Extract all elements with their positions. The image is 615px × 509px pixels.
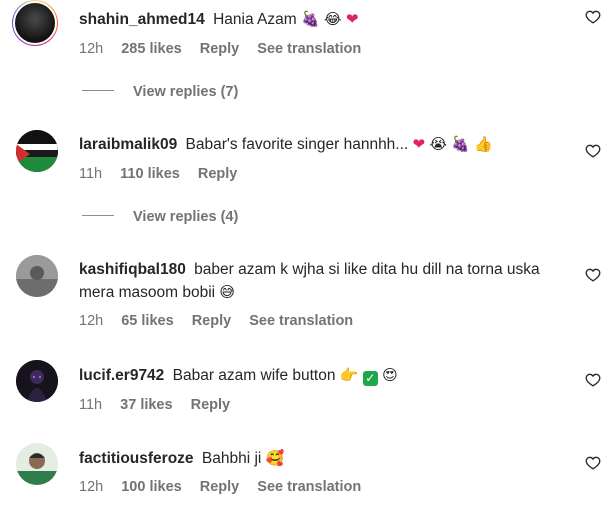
heart-outline-icon[interactable] bbox=[585, 267, 601, 283]
likes-count[interactable]: 65 likes bbox=[121, 313, 173, 329]
avatar[interactable] bbox=[16, 360, 58, 402]
avatar[interactable] bbox=[16, 130, 58, 172]
likes-count[interactable]: 100 likes bbox=[121, 479, 181, 495]
grapes-emoji: 🍇 bbox=[300, 10, 320, 28]
see-translation-button[interactable]: See translation bbox=[249, 313, 353, 329]
comment-time: 11h bbox=[79, 166, 103, 182]
thumbs-up-emoji: 👍 bbox=[474, 135, 493, 153]
avatar[interactable] bbox=[16, 255, 58, 297]
comment-body: Hania Azam bbox=[213, 11, 297, 28]
reply-divider bbox=[82, 214, 114, 216]
reply-button[interactable]: Reply bbox=[192, 313, 232, 329]
comment-meta: 12h 285 likes Reply See translation bbox=[79, 41, 375, 57]
comment-time: 11h bbox=[79, 397, 103, 413]
comment-username[interactable]: lucif.er9742 bbox=[79, 367, 164, 384]
comment-body: Babar's favorite singer hannhh... bbox=[185, 136, 409, 153]
comment-body: Bahbhi ji bbox=[201, 450, 262, 467]
comment-body: Babar azam wife button bbox=[172, 367, 336, 384]
view-replies-button[interactable]: View replies (4) bbox=[82, 209, 238, 225]
heart-eyes-emoji: 😍 bbox=[382, 366, 398, 384]
view-replies-button[interactable]: View replies (7) bbox=[82, 84, 238, 100]
see-translation-button[interactable]: See translation bbox=[257, 479, 361, 495]
see-translation-button[interactable]: See translation bbox=[257, 41, 361, 57]
comment-text: laraibmalik09 Babar's favorite singer ha… bbox=[79, 133, 569, 156]
comment-username[interactable]: shahin_ahmed14 bbox=[79, 11, 205, 28]
reply-divider bbox=[82, 89, 114, 91]
avatar[interactable] bbox=[12, 0, 58, 46]
view-replies-label: View replies (4) bbox=[133, 209, 239, 225]
comment-meta: 11h 37 likes Reply bbox=[79, 397, 244, 413]
comment-meta: 12h 65 likes Reply See translation bbox=[79, 313, 367, 329]
comment-text: lucif.er9742 Babar azam wife button 👉 ✓ … bbox=[79, 364, 569, 387]
heart-outline-icon[interactable] bbox=[585, 143, 601, 159]
view-replies-label: View replies (7) bbox=[133, 84, 239, 100]
heart-outline-icon[interactable] bbox=[585, 9, 601, 25]
comment-meta: 12h 100 likes Reply See translation bbox=[79, 479, 375, 495]
likes-count[interactable]: 285 likes bbox=[121, 41, 181, 57]
comment-text: factitiousferoze Bahbhi ji 🥰 bbox=[79, 447, 569, 470]
comment-username[interactable]: factitiousferoze bbox=[79, 450, 194, 467]
heart-outline-icon[interactable] bbox=[585, 372, 601, 388]
check-mark-emoji: ✓ bbox=[362, 371, 378, 386]
comment-time: 12h bbox=[79, 313, 104, 329]
comment-time: 12h bbox=[79, 479, 104, 495]
avatar[interactable] bbox=[16, 443, 58, 485]
comment-meta: 11h 110 likes Reply bbox=[79, 166, 251, 182]
comment-text: shahin_ahmed14 Hania Azam 🍇 😂 ❤ bbox=[79, 8, 569, 31]
reply-button[interactable]: Reply bbox=[191, 397, 231, 413]
comment-time: 12h bbox=[79, 41, 104, 57]
likes-count[interactable]: 110 likes bbox=[120, 166, 180, 182]
crying-emoji: 😭 bbox=[429, 135, 447, 153]
smiling-hearts-emoji: 🥰 bbox=[265, 449, 285, 467]
reply-button[interactable]: Reply bbox=[200, 41, 240, 57]
comment-text: kashifiqbal180 baber azam k wjha si like… bbox=[79, 259, 569, 304]
red-heart-emoji: ❤ bbox=[345, 10, 359, 28]
laughing-emoji: 😂 bbox=[323, 10, 342, 28]
comment-username[interactable]: kashifiqbal180 bbox=[79, 261, 186, 278]
red-heart-emoji: ❤ bbox=[412, 135, 426, 153]
likes-count[interactable]: 37 likes bbox=[120, 397, 172, 413]
reply-button[interactable]: Reply bbox=[200, 479, 240, 495]
reply-button[interactable]: Reply bbox=[198, 166, 238, 182]
comment-username[interactable]: laraibmalik09 bbox=[79, 136, 177, 153]
pointing-right-emoji: 👉 bbox=[339, 366, 359, 384]
grapes-emoji: 🍇 bbox=[451, 135, 470, 153]
sweat-smile-emoji: 😅 bbox=[219, 283, 236, 301]
heart-outline-icon[interactable] bbox=[585, 455, 601, 471]
